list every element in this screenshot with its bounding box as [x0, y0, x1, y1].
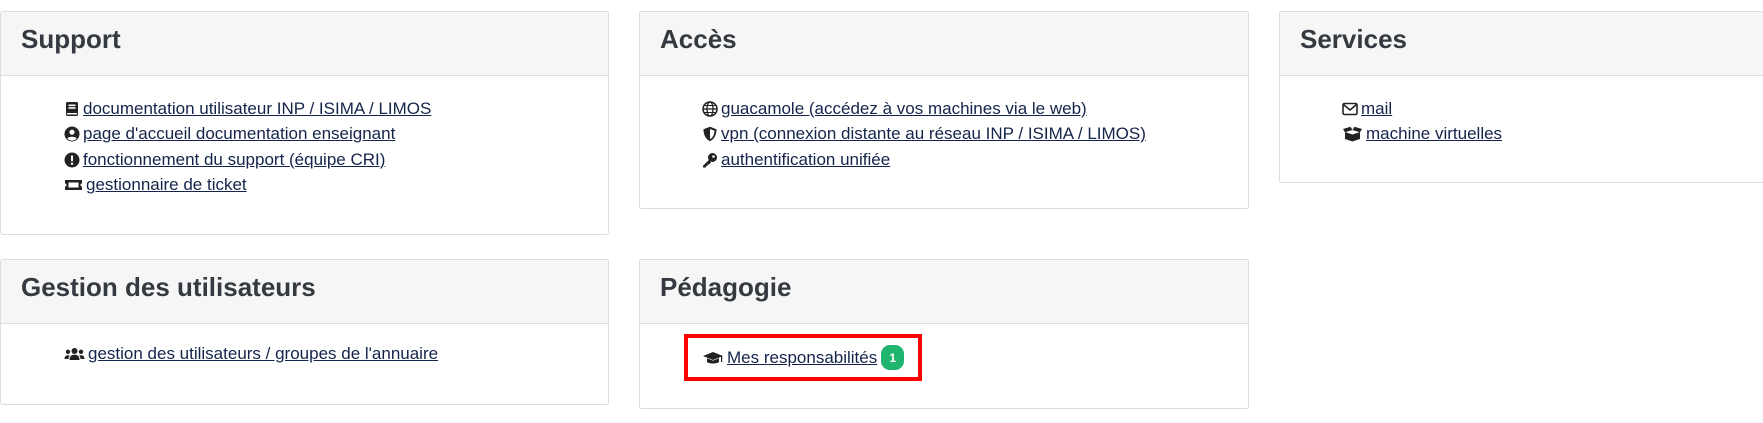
boxes-icon	[1342, 126, 1363, 142]
list-item: gestion des utilisateurs / groupes de l'…	[64, 341, 438, 367]
list-item: authentification unifiée	[702, 147, 1146, 173]
list-item: documentation utilisateur INP / ISIMA / …	[64, 96, 431, 122]
services-card-header: Services	[1280, 12, 1763, 76]
acces-card-header: Accès	[640, 12, 1248, 76]
authentification-unifiee-link[interactable]: authentification unifiée	[721, 150, 890, 170]
gestion-utilisateurs-card: Gestion des utilisateurs gestion des uti…	[0, 259, 609, 405]
gestion-utilisateurs-link[interactable]: gestion des utilisateurs / groupes de l'…	[88, 344, 438, 364]
mail-link[interactable]: mail	[1361, 99, 1392, 119]
users-icon	[64, 346, 85, 362]
machine-virtuelles-link[interactable]: machine virtuelles	[1366, 124, 1502, 144]
acces-card: Accès guacamole (accédez à vos machines …	[639, 11, 1249, 209]
list-item: guacamole (accédez à vos machines via le…	[702, 96, 1146, 122]
exclamation-circle-icon	[64, 152, 80, 168]
documentation-utilisateur-link[interactable]: documentation utilisateur INP / ISIMA / …	[83, 99, 431, 119]
pedagogie-card-title: Pédagogie	[660, 272, 792, 302]
globe-icon	[702, 101, 718, 117]
envelope-icon	[1342, 101, 1358, 117]
support-card: Support documentation utilisateur INP / …	[0, 11, 609, 235]
support-card-title: Support	[21, 24, 121, 54]
acces-link-list: guacamole (accédez à vos machines via le…	[702, 96, 1146, 173]
ticket-icon	[64, 177, 83, 193]
pedagogie-card-header: Pédagogie	[640, 260, 1248, 324]
list-item: mail	[1342, 96, 1502, 122]
list-item: gestionnaire de ticket	[64, 173, 431, 199]
services-link-list: mail machine virtuelles	[1342, 96, 1502, 147]
acces-card-title: Accès	[660, 24, 737, 54]
services-card-title: Services	[1300, 24, 1407, 54]
gestionnaire-ticket-link[interactable]: gestionnaire de ticket	[86, 175, 247, 195]
list-item: machine virtuelles	[1342, 122, 1502, 148]
gestion-card-title: Gestion des utilisateurs	[21, 272, 316, 302]
support-link-list: documentation utilisateur INP / ISIMA / …	[64, 96, 431, 198]
fonctionnement-support-link[interactable]: fonctionnement du support (équipe CRI)	[83, 150, 385, 170]
gestion-link-list: gestion des utilisateurs / groupes de l'…	[64, 341, 438, 367]
list-item: vpn (connexion distante au réseau INP / …	[702, 122, 1146, 148]
services-card: Services mail machine virtuelles	[1279, 11, 1763, 183]
gestion-card-header: Gestion des utilisateurs	[1, 260, 608, 324]
key-icon	[702, 152, 718, 168]
guacamole-link[interactable]: guacamole (accédez à vos machines via le…	[721, 99, 1087, 119]
list-item: fonctionnement du support (équipe CRI)	[64, 147, 431, 173]
list-item: page d'accueil documentation enseignant	[64, 122, 431, 148]
vpn-link[interactable]: vpn (connexion distante au réseau INP / …	[721, 124, 1146, 144]
page-accueil-enseignant-link[interactable]: page d'accueil documentation enseignant	[83, 124, 395, 144]
book-icon	[64, 101, 80, 117]
support-card-header: Support	[1, 12, 608, 76]
shield-icon	[702, 126, 718, 142]
highlight-box	[684, 334, 922, 381]
user-circle-icon	[64, 126, 80, 142]
